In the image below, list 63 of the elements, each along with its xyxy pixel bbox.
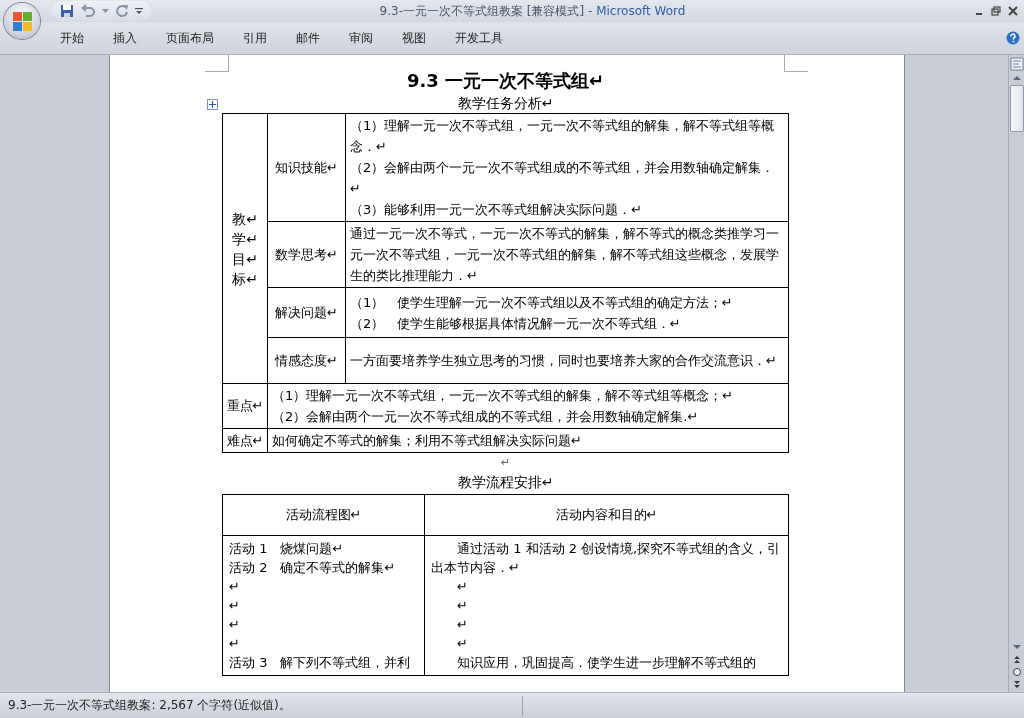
cell-text: ↵ xyxy=(229,597,241,615)
cell-text: （1）理解一元一次不等式组，一元一次不等式组的解集，解不等式组等概念．↵ xyxy=(350,117,776,156)
ribbon-tab[interactable]: 开始 xyxy=(48,29,96,47)
scroll-up-icon[interactable] xyxy=(1011,74,1022,82)
ruler-toggle-icon[interactable] xyxy=(1009,57,1024,71)
cell-text: ↵ xyxy=(229,635,241,653)
status-text: 9.3-一元一次不等式组教案: 2,567 个字符(近似值)。 xyxy=(7,697,292,714)
save-icon[interactable] xyxy=(60,4,74,18)
cell-text: （2）会解由两个一元一次不等式组成的不等式组，并会用数轴确定解集．↵ xyxy=(350,159,776,198)
ribbon-tab[interactable]: 邮件 xyxy=(284,29,332,47)
ribbon-tab[interactable]: 引用 xyxy=(231,29,279,47)
office-button[interactable] xyxy=(4,3,40,39)
restore-icon[interactable] xyxy=(991,6,1001,16)
row-header: 情感态度↵ xyxy=(275,352,338,368)
redo-icon[interactable] xyxy=(115,4,129,18)
column-header: 活动流程图↵ xyxy=(285,507,362,522)
cell-text: （1）理解一元一次不等式组，一元一次不等式组的解集，解不等式组等概念；↵ xyxy=(272,387,735,405)
ribbon-tab[interactable]: 插入 xyxy=(101,29,149,47)
cell-text: ↵ xyxy=(229,616,241,634)
cell-text: ↵ xyxy=(456,597,469,615)
browse-object-icon[interactable] xyxy=(1011,667,1022,677)
cell-text: ↵ xyxy=(456,635,469,653)
table-move-handle-icon[interactable] xyxy=(207,99,218,110)
cell-text: （2）会解由两个一元一次不等式组成的不等式组，并会用数轴确定解集.↵ xyxy=(272,408,700,426)
cell-text: 通过一元一次不等式，一元一次不等式的解集，解不等式的概念类推学习一元一次不等式组，一元一次不等式组的解集，解不等式组这些概念，发展学生的类比推理能力．↵ xyxy=(350,225,780,285)
crop-mark xyxy=(205,55,229,72)
cell-text: （1） 使学生理解一元一次不等式组以及不等式组的确定方法；↵ xyxy=(350,293,734,312)
cell-text: （3）能够利用一元一次不等式组解决实际问题．↵ xyxy=(350,201,644,219)
scrollbar-thumb[interactable] xyxy=(1009,85,1024,132)
row-header: 教↵ 学↵ 目↵ 标↵ xyxy=(232,209,258,289)
paragraph-mark: ↵ xyxy=(500,456,511,469)
cell-text: ↵ xyxy=(456,578,469,596)
cell-text: 活动 3 解下列不等式组，并利 xyxy=(229,654,412,672)
ribbon-tab[interactable]: 视图 xyxy=(390,29,438,47)
row-header: 难点↵ xyxy=(226,432,264,448)
scroll-down-icon[interactable] xyxy=(1011,643,1022,651)
document-title: 9.3 一元一次不等式组↵ xyxy=(405,69,606,93)
cell-text: ↵ xyxy=(229,578,241,596)
window-title: 9.3-一元一次不等式组教案 [兼容模式] - Microsoft Word xyxy=(378,2,687,20)
ribbon-tab[interactable]: 审阅 xyxy=(337,29,385,47)
customize-caret-icon[interactable] xyxy=(135,7,143,15)
cell-text: 如何确定不等式的解集；利用不等式组解决实际问题↵ xyxy=(272,432,583,450)
cell-text: （2） 使学生能够根据具体情况解一元一次不等式组．↵ xyxy=(350,314,682,333)
cell-text: 通过活动 1 和活动 2 创设情境,探究不等式组的含义，引出本节内容．↵ xyxy=(431,540,782,577)
cell-text: 活动 2 确定不等式的解集↵ xyxy=(229,559,397,577)
row-header: 重点↵ xyxy=(226,398,264,413)
crop-mark xyxy=(784,55,808,72)
row-header: 解决问题↵ xyxy=(275,304,338,320)
column-header: 活动内容和目的↵ xyxy=(555,507,658,522)
cell-text: 活动 1 烧煤问题↵ xyxy=(229,540,345,558)
row-header: 数学思考↵ xyxy=(275,246,338,262)
cell-text: ↵ xyxy=(456,616,469,634)
cell-text: 知识应用，巩固提高．使学生进一步理解不等式组的 xyxy=(456,654,757,672)
dropdown-caret-icon[interactable] xyxy=(102,8,109,14)
row-header: 知识技能↵ xyxy=(275,159,338,175)
cell-text: 一方面要培养学生独立思考的习惯，同时也要培养大家的合作交流意识．↵ xyxy=(350,352,778,370)
section-heading: 教学流程安排↵ xyxy=(456,473,555,492)
section-heading: 教学任务分析↵ xyxy=(456,94,555,113)
undo-icon[interactable] xyxy=(80,4,96,18)
help-icon[interactable] xyxy=(1006,31,1020,45)
ribbon-tab[interactable]: 开发工具 xyxy=(443,29,515,47)
close-icon[interactable] xyxy=(1008,6,1018,16)
ribbon-tab[interactable]: 页面布局 xyxy=(154,29,226,47)
